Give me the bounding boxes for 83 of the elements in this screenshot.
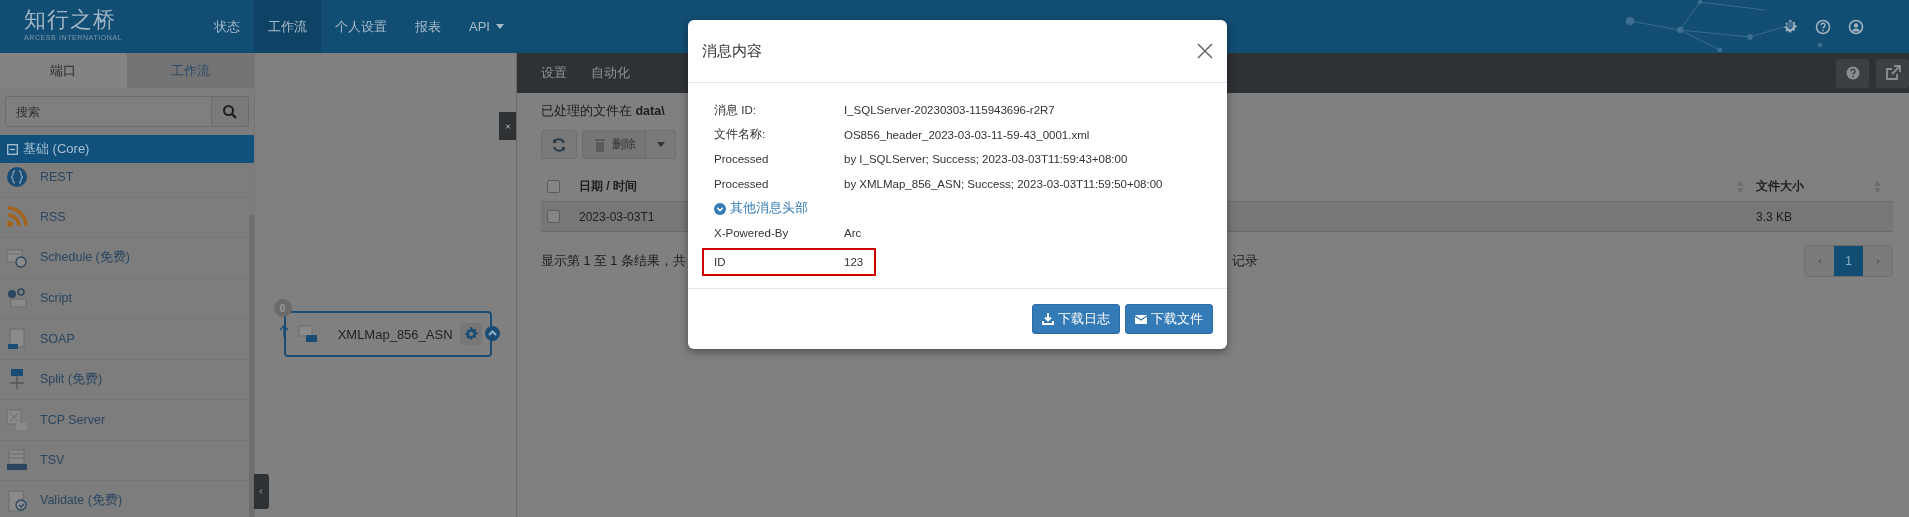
field-label: ID bbox=[714, 255, 727, 268]
dropdown-button[interactable] bbox=[646, 130, 676, 159]
checkbox[interactable] bbox=[547, 180, 560, 193]
chevron-left-icon bbox=[1815, 258, 1824, 264]
panel-tab[interactable]: 设置 bbox=[529, 64, 579, 82]
sidebar-item[interactable]: Validate (免费) bbox=[0, 481, 248, 517]
table-file-icon bbox=[6, 449, 28, 472]
sidebar-item[interactable]: Split (免费) bbox=[0, 359, 248, 400]
headers-toggle[interactable]: 其他消息头部 bbox=[714, 196, 1227, 221]
scrollbar[interactable] bbox=[248, 215, 254, 517]
sidebar-item[interactable]: TSV bbox=[0, 440, 248, 481]
table-cell-text: 3.3 KB bbox=[1756, 209, 1794, 224]
sidebar-item[interactable]: RSS bbox=[0, 197, 248, 238]
dialog-title: 消息内容 bbox=[702, 41, 762, 61]
nav-item[interactable]: 工作流 bbox=[254, 0, 321, 53]
nav-item[interactable]: API bbox=[455, 0, 518, 53]
field-value: 123 bbox=[844, 255, 864, 268]
sidebar-tab[interactable]: 端口 bbox=[0, 53, 127, 88]
logo-title: 知行之桥 bbox=[24, 7, 117, 33]
external-link-icon bbox=[1884, 65, 1901, 81]
collapse-icon bbox=[7, 143, 18, 155]
rss-icon bbox=[6, 206, 28, 229]
nav-item[interactable]: 状态 bbox=[200, 0, 254, 53]
chevron-down-icon bbox=[714, 202, 726, 215]
arrow-up-icon bbox=[278, 325, 289, 337]
sidebar-item[interactable]: SOAP bbox=[0, 319, 248, 360]
group-header[interactable]: 基础 (Core) bbox=[0, 135, 254, 163]
workflow-node[interactable]: XMLMap_856_ASN bbox=[283, 311, 492, 357]
sidebar-item[interactable]: TCP Server bbox=[0, 400, 248, 441]
field-value: by XMLMap_856_ASN; Success; 2023-03-03T11:59:50+08:00 bbox=[844, 177, 1163, 190]
panel-tab[interactable]: 自动化 bbox=[579, 64, 642, 82]
settings-icon bbox=[462, 326, 479, 342]
download-button[interactable]: 下载文件 bbox=[1125, 304, 1213, 334]
calendar-icon bbox=[6, 246, 28, 269]
node-label: XMLMap_856_ASN bbox=[337, 326, 454, 342]
search-field[interactable]: 搜索 bbox=[5, 96, 212, 127]
globe-icon bbox=[6, 165, 28, 188]
field-label: X-Powered-By bbox=[714, 227, 790, 240]
search-button[interactable] bbox=[211, 96, 249, 127]
user-icon[interactable] bbox=[1848, 18, 1864, 35]
close-button[interactable] bbox=[1197, 43, 1213, 59]
table-cell-text: 2023-03-03T1 bbox=[579, 209, 656, 224]
settings-icon[interactable] bbox=[1782, 18, 1798, 35]
settings-button[interactable] bbox=[459, 323, 482, 345]
caret-icon bbox=[656, 142, 665, 147]
field-value: I_SQLServer-20230303-115943696-r2R7 bbox=[844, 104, 1055, 117]
info-text: 已处理的文件在 data\ bbox=[541, 103, 665, 120]
sidebar-item[interactable]: Schedule (免费) bbox=[0, 238, 248, 279]
help-icon bbox=[1844, 65, 1861, 81]
help-icon[interactable] bbox=[1815, 18, 1831, 35]
close-icon bbox=[503, 123, 512, 129]
sidebar-item[interactable]: Script bbox=[0, 278, 248, 319]
download-button[interactable]: 下载日志 bbox=[1032, 304, 1120, 334]
gears-icon bbox=[6, 287, 28, 310]
document-icon bbox=[6, 327, 28, 350]
field-value: Arc bbox=[844, 227, 862, 240]
nav-item[interactable]: 个人设置 bbox=[321, 0, 401, 53]
field-label: 文件名称: bbox=[714, 127, 767, 143]
help-button[interactable] bbox=[1836, 58, 1869, 88]
mail-icon bbox=[1135, 313, 1147, 325]
refresh-icon bbox=[551, 136, 567, 153]
field-value: OS856_header_2023-03-03-11-59-43_0001.xml bbox=[844, 128, 1090, 141]
field-label: Processed bbox=[714, 153, 770, 166]
download-icon bbox=[1042, 313, 1054, 325]
chevron-up-icon[interactable] bbox=[484, 326, 500, 341]
network-icon bbox=[6, 408, 28, 431]
document-check-icon bbox=[6, 489, 28, 512]
checkbox[interactable] bbox=[547, 210, 560, 223]
open-external-button[interactable] bbox=[1876, 58, 1909, 88]
field-value: by I_SQLServer; Success; 2023-03-03T11:59:43+08:00 bbox=[844, 153, 1128, 166]
sidebar-item[interactable]: REST bbox=[0, 163, 248, 198]
results-summary: 显示第 1 至 1 条结果，共 bbox=[541, 252, 686, 270]
field-label: Processed bbox=[714, 177, 770, 190]
nav-item[interactable]: 报表 bbox=[401, 0, 455, 53]
close-icon bbox=[1197, 43, 1213, 59]
search-icon bbox=[221, 103, 238, 120]
refresh-button[interactable] bbox=[541, 130, 577, 159]
trash-icon bbox=[592, 136, 608, 153]
results-summary: 记录 bbox=[1231, 252, 1258, 270]
column-header[interactable]: 文件大小 bbox=[1756, 178, 1874, 195]
field-label: 消息 ID: bbox=[714, 102, 757, 118]
page-button[interactable]: 1 bbox=[1834, 246, 1863, 276]
map-file-icon bbox=[297, 325, 318, 343]
